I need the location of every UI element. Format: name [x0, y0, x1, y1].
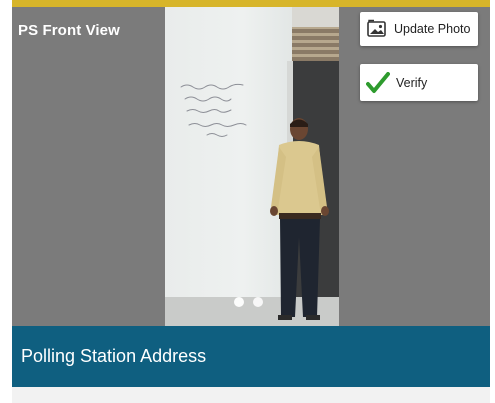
- photo-upper-wall: [292, 7, 339, 27]
- checkmark-icon: [366, 71, 390, 94]
- wall-handwriting: [180, 83, 247, 137]
- top-accent-bar: [12, 0, 490, 7]
- photo-icon: [366, 19, 388, 39]
- carousel-indicator: [234, 297, 263, 307]
- verify-label: Verify: [396, 75, 428, 90]
- update-photo-label: Update Photo: [394, 22, 471, 36]
- polling-station-card: PS Front View Update Photo Verify Pollin…: [0, 0, 495, 403]
- address-content-area: [12, 387, 490, 403]
- address-label: Polling Station Address: [21, 346, 207, 366]
- update-photo-button[interactable]: Update Photo: [360, 12, 478, 46]
- photo-panel: PS Front View: [12, 7, 490, 326]
- polling-station-photo[interactable]: [165, 7, 339, 326]
- photo-brick-lintel: [292, 27, 339, 61]
- panel-title: PS Front View: [18, 22, 120, 39]
- carousel-dot-active[interactable]: [234, 297, 244, 307]
- person-figure: [270, 118, 329, 320]
- carousel-dot[interactable]: [253, 297, 263, 307]
- address-header[interactable]: Polling Station Address: [12, 326, 490, 387]
- verify-button[interactable]: Verify: [360, 64, 478, 101]
